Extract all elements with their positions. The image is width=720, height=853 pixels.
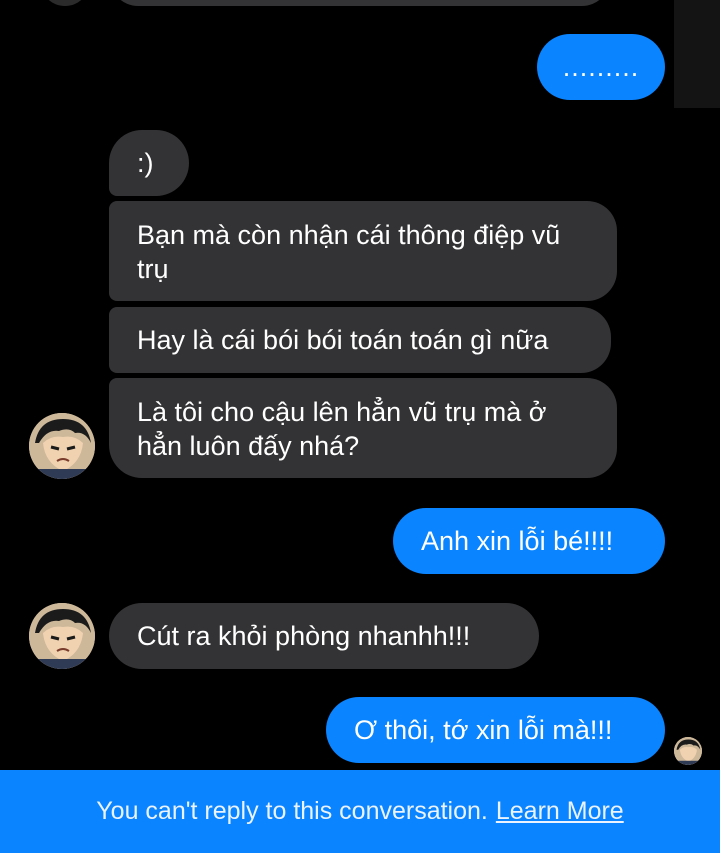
partial-avatar [40, 0, 90, 6]
anime-boy-avatar-icon [29, 603, 95, 669]
contact-avatar[interactable] [29, 413, 95, 479]
message-bubble-incoming[interactable]: Là tôi cho cậu lên hẳn vũ trụ mà ở hẳn l… [109, 378, 617, 478]
message-text: Hay là cái bói bói toán toán gì nữa [137, 325, 549, 355]
message-text: Anh xin lỗi bé!!!! [421, 526, 614, 556]
scroll-indicator[interactable] [674, 0, 720, 108]
message-text: Cút ra khỏi phòng nhanhh!!! [137, 621, 471, 651]
message-text: Bạn mà còn nhận cái thông điệp vũ trụ [137, 220, 561, 284]
message-bubble-incoming[interactable]: Bạn mà còn nhận cái thông điệp vũ trụ [109, 201, 617, 301]
message-text: Ơ thôi, tớ xin lỗi mà!!! [354, 715, 613, 745]
learn-more-link[interactable]: Learn More [496, 797, 624, 826]
reply-disabled-banner: You can't reply to this conversation. Le… [0, 770, 720, 853]
anime-boy-avatar-icon [29, 413, 95, 479]
reply-disabled-text: You can't reply to this conversation. [96, 797, 488, 825]
message-text: ......... [562, 52, 640, 82]
read-receipt-avatar [674, 737, 702, 765]
message-bubble-incoming[interactable]: Hay là cái bói bói toán toán gì nữa [109, 307, 611, 373]
message-text: :) [137, 148, 154, 178]
partial-previous-bubble [110, 0, 610, 6]
message-text: Là tôi cho cậu lên hẳn vũ trụ mà ở hẳn l… [137, 397, 547, 461]
message-bubble-outgoing[interactable]: ......... [537, 34, 665, 100]
conversation-thread[interactable]: ......... :) Bạn mà còn nhận cái thông đ… [0, 0, 720, 770]
contact-avatar[interactable] [29, 603, 95, 669]
message-bubble-incoming[interactable]: Cút ra khỏi phòng nhanhh!!! [109, 603, 539, 669]
message-bubble-outgoing[interactable]: Anh xin lỗi bé!!!! [393, 508, 665, 574]
message-bubble-incoming[interactable]: :) [109, 130, 189, 196]
small-avatar-seen-icon [674, 737, 702, 765]
message-bubble-outgoing[interactable]: Ơ thôi, tớ xin lỗi mà!!! [326, 697, 665, 763]
